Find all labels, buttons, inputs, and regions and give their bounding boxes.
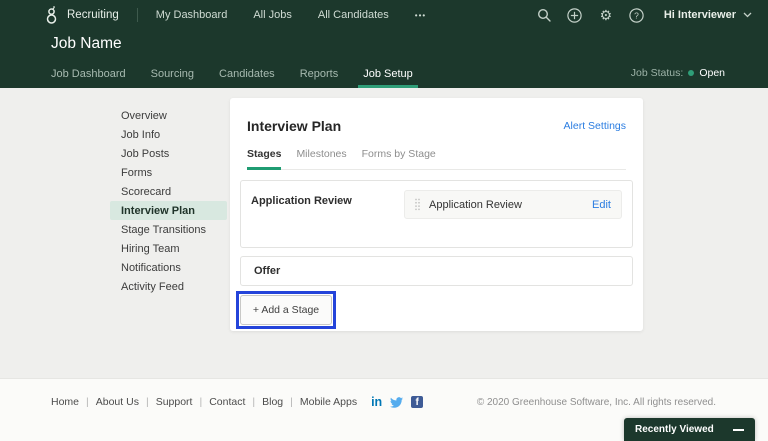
- job-title: Job Name: [51, 35, 122, 52]
- nav-all-jobs[interactable]: All Jobs: [253, 9, 292, 21]
- add-stage-highlight-box: + Add a Stage: [236, 291, 336, 329]
- stage-label: Offer: [254, 265, 280, 277]
- top-nav-links: My Dashboard All Jobs All Candidates •••: [156, 9, 426, 21]
- job-setup-sidebar: Overview Job Info Job Posts Forms Scorec…: [110, 106, 227, 296]
- footer-link-blog[interactable]: Blog: [262, 396, 283, 408]
- job-tab-dashboard[interactable]: Job Dashboard: [51, 68, 126, 88]
- recently-viewed-panel[interactable]: Recently Viewed: [624, 418, 755, 441]
- job-status-value: Open: [699, 67, 725, 79]
- job-tab-job-setup[interactable]: Job Setup: [358, 68, 418, 88]
- sidebar-item-forms[interactable]: Forms: [110, 163, 227, 182]
- tab-stages[interactable]: Stages: [247, 148, 281, 170]
- product-name[interactable]: Recruiting: [67, 9, 119, 21]
- sidebar-item-job-posts[interactable]: Job Posts: [110, 144, 227, 163]
- sidebar-item-activity-feed[interactable]: Activity Feed: [110, 277, 227, 296]
- app-header: Recruiting My Dashboard All Jobs All Can…: [0, 0, 768, 88]
- sidebar-item-overview[interactable]: Overview: [110, 106, 227, 125]
- nav-overflow-icon[interactable]: •••: [415, 11, 426, 20]
- stage-box-application-review: Application Review Application Review Ed…: [240, 180, 633, 248]
- alert-settings-link[interactable]: Alert Settings: [564, 120, 626, 132]
- topbar-actions: ⚙ ? Hi Interviewer: [536, 7, 752, 23]
- job-status: Job Status: Open: [631, 67, 725, 88]
- status-open-dot-icon: [688, 70, 694, 76]
- footer-link-mobile-apps[interactable]: Mobile Apps: [300, 396, 357, 408]
- sidebar-item-stage-transitions[interactable]: Stage Transitions: [110, 220, 227, 239]
- footer-separator: |: [290, 396, 293, 408]
- footer-separator: |: [86, 396, 89, 408]
- linkedin-icon[interactable]: in: [371, 396, 382, 409]
- user-name: Hi Interviewer: [664, 9, 736, 21]
- sidebar-item-notifications[interactable]: Notifications: [110, 258, 227, 277]
- footer-link-support[interactable]: Support: [156, 396, 193, 408]
- footer-separator: |: [199, 396, 202, 408]
- stage-label: Application Review: [251, 190, 404, 207]
- help-icon[interactable]: ?: [629, 7, 645, 23]
- nav-my-dashboard[interactable]: My Dashboard: [156, 9, 228, 21]
- greenhouse-logo-icon[interactable]: [44, 6, 59, 25]
- footer-link-home[interactable]: Home: [51, 396, 79, 408]
- job-tab-candidates[interactable]: Candidates: [219, 68, 275, 88]
- footer-link-about-us[interactable]: About Us: [96, 396, 139, 408]
- sidebar-item-job-info[interactable]: Job Info: [110, 125, 227, 144]
- job-tabs-row: Job Dashboard Sourcing Candidates Report…: [0, 56, 768, 88]
- tab-milestones[interactable]: Milestones: [296, 148, 346, 169]
- topbar-divider: [137, 8, 138, 22]
- footer-separator: |: [252, 396, 255, 408]
- interview-plan-card: Interview Plan Alert Settings Stages Mil…: [230, 98, 643, 331]
- search-icon[interactable]: [536, 7, 552, 23]
- twitter-icon[interactable]: [390, 396, 403, 409]
- drag-handle-icon[interactable]: [415, 198, 420, 211]
- recently-viewed-label: Recently Viewed: [635, 424, 714, 435]
- job-title-row: Job Name: [0, 30, 768, 56]
- footer-link-contact[interactable]: Contact: [209, 396, 245, 408]
- job-tab-sourcing[interactable]: Sourcing: [151, 68, 194, 88]
- gear-icon[interactable]: ⚙: [598, 7, 614, 23]
- top-nav-bar: Recruiting My Dashboard All Jobs All Can…: [0, 0, 768, 30]
- card-header: Interview Plan Alert Settings: [247, 118, 626, 134]
- minimize-icon[interactable]: [733, 429, 744, 431]
- interview-row: Application Review Edit: [404, 190, 622, 219]
- social-icons: in f: [371, 396, 423, 409]
- nav-all-candidates[interactable]: All Candidates: [318, 9, 389, 21]
- sidebar-item-scorecard[interactable]: Scorecard: [110, 182, 227, 201]
- tab-forms-by-stage[interactable]: Forms by Stage: [362, 148, 436, 169]
- add-icon[interactable]: [567, 7, 583, 23]
- content-area: Overview Job Info Job Posts Forms Scorec…: [0, 88, 768, 378]
- user-menu[interactable]: Hi Interviewer: [664, 9, 752, 21]
- footer-links: Home | About Us | Support | Contact | Bl…: [51, 396, 357, 408]
- job-tabs: Job Dashboard Sourcing Candidates Report…: [51, 68, 413, 88]
- svg-text:?: ?: [634, 10, 639, 20]
- copyright-text: © 2020 Greenhouse Software, Inc. All rig…: [477, 397, 716, 408]
- chevron-down-icon: [743, 12, 752, 18]
- sidebar-item-hiring-team[interactable]: Hiring Team: [110, 239, 227, 258]
- edit-link[interactable]: Edit: [592, 199, 611, 211]
- facebook-icon[interactable]: f: [411, 396, 423, 408]
- stage-box-offer: Offer: [240, 256, 633, 286]
- job-status-label: Job Status:: [631, 67, 684, 79]
- plan-tabs: Stages Milestones Forms by Stage: [247, 148, 626, 170]
- sidebar-item-interview-plan[interactable]: Interview Plan: [110, 201, 227, 220]
- add-stage-button[interactable]: + Add a Stage: [240, 295, 332, 325]
- footer-separator: |: [146, 396, 149, 408]
- interview-name: Application Review: [429, 199, 522, 211]
- page-title: Interview Plan: [247, 118, 341, 134]
- job-tab-reports[interactable]: Reports: [300, 68, 339, 88]
